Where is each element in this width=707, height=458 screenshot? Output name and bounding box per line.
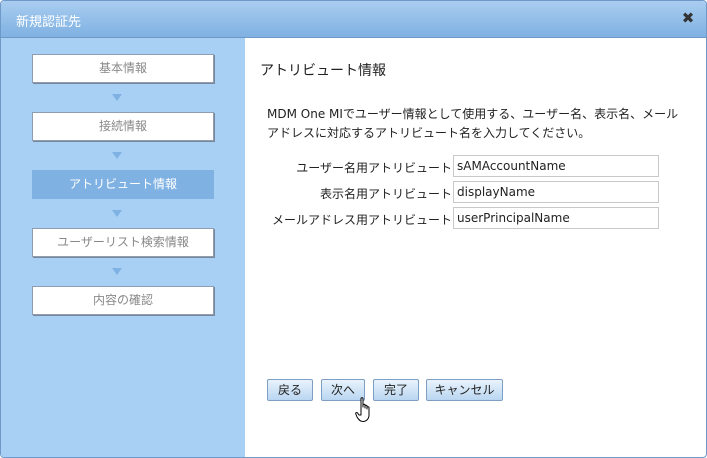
step-user-list-search-info: ユーザーリスト検索情報 — [32, 228, 214, 257]
description-line-1: MDM One MIでユーザー情報として使用する、ユーザー名、表示名、メール — [267, 107, 679, 121]
step-arrow-icon — [112, 210, 122, 217]
back-button[interactable]: 戻る — [267, 379, 313, 401]
cancel-button[interactable]: キャンセル — [426, 379, 503, 401]
hand-pointer-icon — [355, 397, 370, 422]
close-icon[interactable]: ✖ — [680, 10, 696, 26]
step-attribute-info: アトリビュート情報 — [32, 170, 214, 199]
username-attribute-input[interactable] — [453, 155, 659, 177]
description-line-2: アドレスに対応するアトリビュート名を入力してください。 — [267, 126, 591, 140]
titlebar: 新規認証先 ✖ — [1, 1, 706, 38]
step-arrow-icon — [112, 152, 122, 159]
step-arrow-icon — [112, 94, 122, 101]
wizard-steps-sidebar: 基本情報 接続情報 アトリビュート情報 ユーザーリスト検索情報 内容の確認 — [1, 38, 245, 457]
step-confirm: 内容の確認 — [32, 286, 214, 315]
step-arrow-icon — [112, 268, 122, 275]
section-title: アトリビュート情報 — [260, 63, 386, 79]
displayname-attribute-label: 表示名用アトリビュート — [319, 187, 452, 201]
email-attribute-input[interactable] — [453, 207, 659, 229]
username-attribute-label: ユーザー名用アトリビュート — [296, 161, 452, 175]
step-basic-info: 基本情報 — [32, 54, 214, 83]
new-auth-dialog: 新規認証先 ✖ 基本情報 接続情報 アトリビュート情報 ユーザーリスト検索情報 … — [0, 0, 707, 458]
finish-button[interactable]: 完了 — [373, 379, 419, 401]
section-description: MDM One MIでユーザー情報として使用する、ユーザー名、表示名、メール ア… — [267, 105, 692, 143]
displayname-attribute-input[interactable] — [453, 181, 659, 203]
email-attribute-label: メールアドレス用アトリビュート — [271, 213, 452, 227]
main-content: アトリビュート情報 MDM One MIでユーザー情報として使用する、ユーザー名… — [245, 38, 706, 457]
dialog-title: 新規認証先 — [16, 15, 82, 30]
step-connection-info: 接続情報 — [32, 112, 214, 141]
